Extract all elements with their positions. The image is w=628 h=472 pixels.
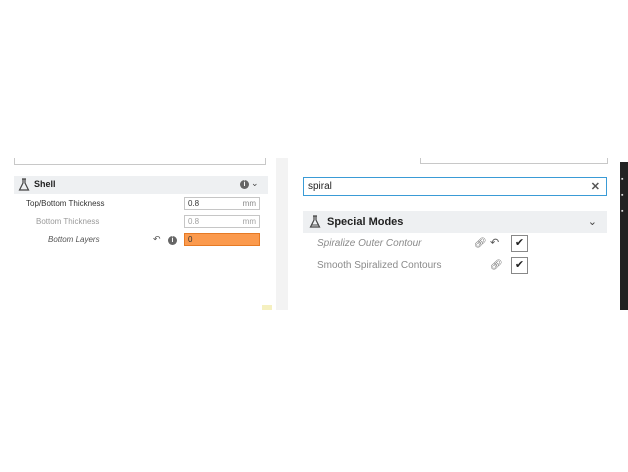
bottom-thickness-field[interactable]: 0.8 mm [184,215,260,228]
info-icon[interactable]: i [168,236,177,245]
section-title: Shell [34,179,56,189]
field-unit: mm [242,199,256,208]
category-title: Special Modes [327,216,404,228]
chevron-down-icon[interactable]: ⌄ [588,215,597,228]
flask-icon [309,215,321,228]
left-settings-panel: Shell i ⌄ Top/Bottom Thickness 0.8 mm Bo… [10,158,272,310]
panel-divider [276,158,288,310]
field-value: 0 [188,235,193,244]
close-icon[interactable]: ✕ [591,180,600,193]
field-unit: mm [242,217,256,226]
top-input-remnant [14,158,266,165]
search-text: spiral [308,181,332,192]
settings-search-input[interactable]: spiral ✕ [303,177,607,196]
setting-label-top-bottom-thickness: Top/Bottom Thickness [26,199,105,208]
link-icon[interactable]: 🔗︎ [474,238,487,249]
top-bottom-thickness-field[interactable]: 0.8 mm [184,197,260,210]
field-value: 0.8 [188,199,200,208]
tooltip-fragment [262,305,272,310]
smooth-spiralized-contours-checkbox[interactable]: ✔ [511,257,528,274]
right-settings-panel: spiral ✕ Special Modes ⌄ Spiralize Outer… [290,158,616,310]
setting-label-smooth-spiralized-contours: Smooth Spiralized Contours [317,260,442,271]
setting-label-bottom-layers: Bottom Layers [48,235,100,244]
special-modes-category-header[interactable]: Special Modes ⌄ [303,211,607,233]
info-icon[interactable]: i [240,180,249,189]
reset-icon[interactable]: ↶ [490,236,499,249]
field-value: 0.8 [188,217,200,226]
spiralize-outer-contour-checkbox[interactable]: ✔ [511,235,528,252]
bottom-layers-field[interactable]: 0 [184,233,260,246]
scrollbar-edge[interactable]: ▪ ▪ ▪ [620,162,628,310]
shell-section-header[interactable]: Shell i ⌄ [14,176,268,194]
link-icon[interactable]: 🔗︎ [490,260,503,271]
chevron-down-icon[interactable]: ⌄ [251,178,259,189]
setting-label-bottom-thickness: Bottom Thickness [36,217,100,226]
setting-label-spiralize-outer-contour: Spiralize Outer Contour [317,238,422,249]
flask-icon [18,178,30,191]
top-input-remnant [420,158,608,164]
reset-icon[interactable]: ↶ [153,234,161,245]
